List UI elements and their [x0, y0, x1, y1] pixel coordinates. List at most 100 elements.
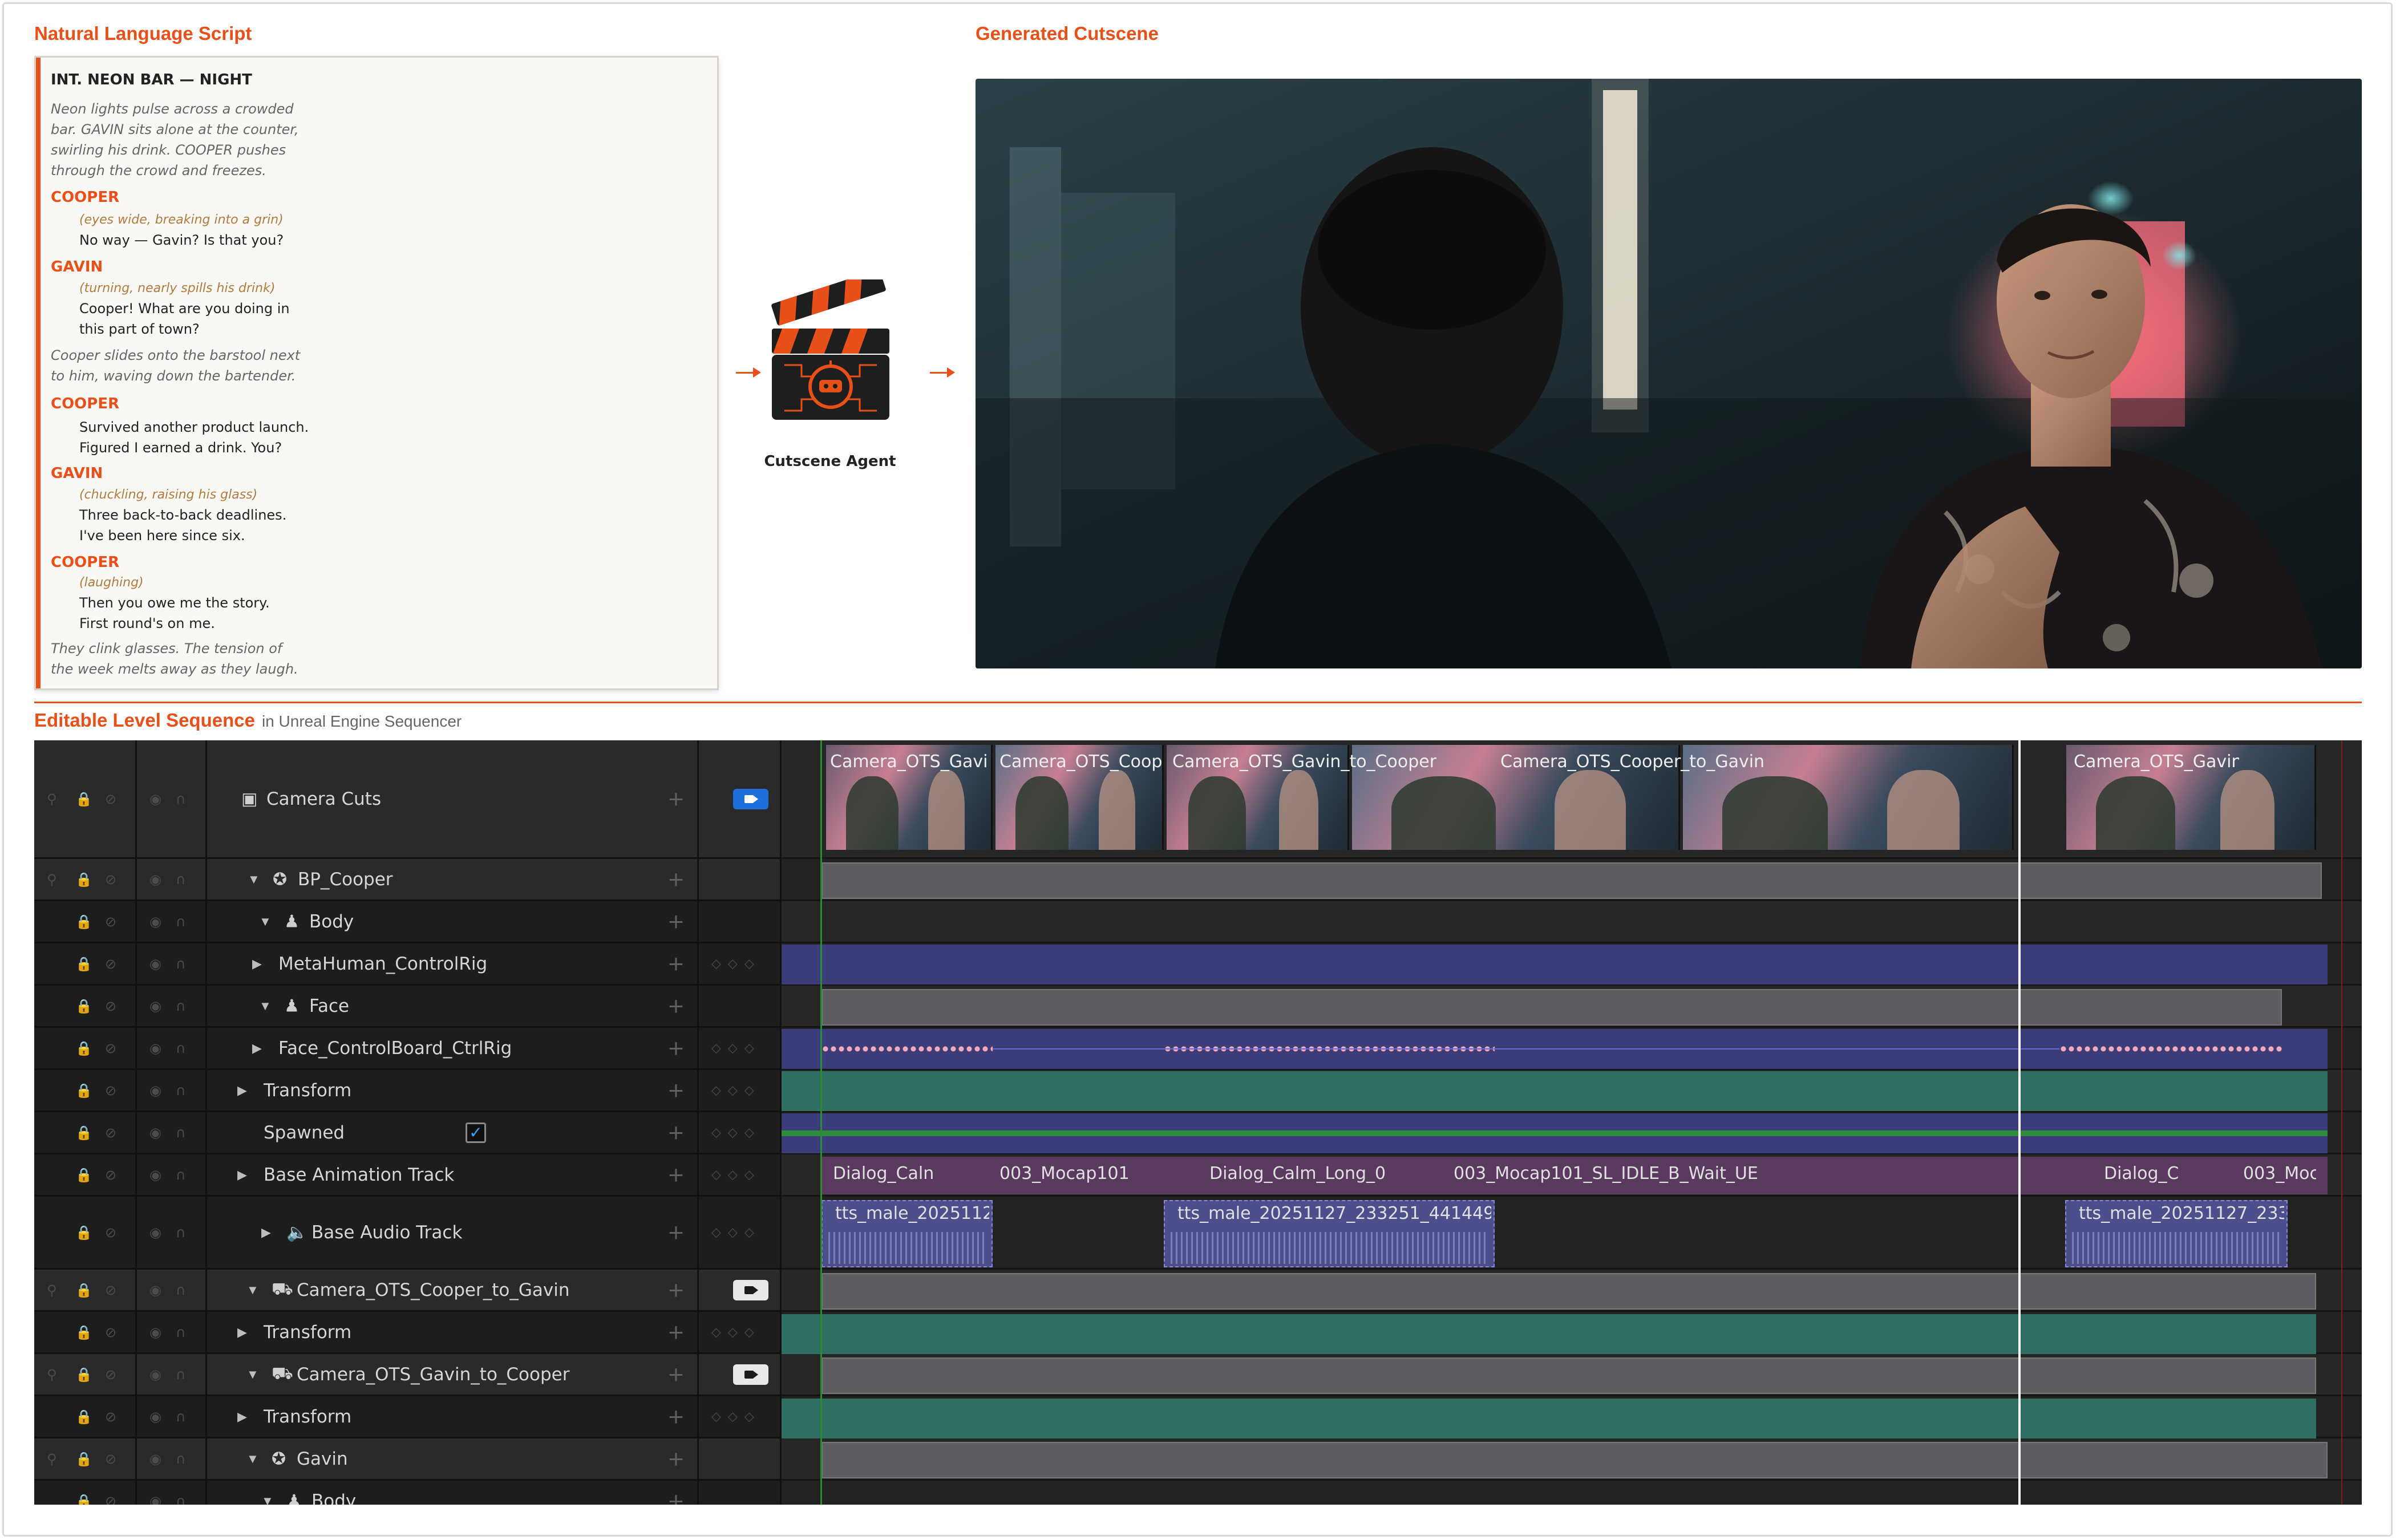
expand-arrow-icon[interactable]: ▶: [252, 1041, 262, 1056]
eye-icon[interactable]: ◉: [149, 1040, 161, 1056]
track-label[interactable]: Gavin: [297, 1449, 348, 1469]
disable-icon[interactable]: ⊘: [105, 1225, 116, 1241]
lock-icon[interactable]: 🔒: [75, 791, 92, 807]
add-track-button[interactable]: +: [667, 1121, 685, 1144]
track-row[interactable]: ⚲ 🔒 ⊘ ◉ ∩ ▼ ✪ BP_Cooper +: [34, 859, 782, 901]
disable-icon[interactable]: ⊘: [105, 1083, 116, 1099]
disable-icon[interactable]: ⊘: [105, 956, 116, 972]
track-row[interactable]: 🔒 ⊘ ◉ ∩ ▶ Transform + ◇◇◇: [34, 1070, 782, 1112]
headphones-icon[interactable]: ∩: [176, 791, 186, 807]
add-track-button[interactable]: +: [667, 868, 685, 891]
actor-section-bar[interactable]: [821, 1442, 2328, 1478]
lock-icon[interactable]: 🔒: [75, 1493, 92, 1505]
lock-icon[interactable]: 🔒: [75, 956, 92, 972]
track-label[interactable]: MetaHuman_ControlRig: [278, 954, 487, 974]
keyframe-nav-icons[interactable]: ◇◇◇: [711, 1083, 761, 1097]
disable-icon[interactable]: ⊘: [105, 1367, 116, 1383]
track-label[interactable]: Body: [309, 911, 354, 932]
pin-icon[interactable]: ⚲: [47, 872, 57, 887]
eye-icon[interactable]: ◉: [149, 1225, 161, 1241]
eye-icon[interactable]: ◉: [149, 1493, 161, 1505]
lock-icon[interactable]: 🔒: [75, 1125, 92, 1141]
headphones-icon[interactable]: ∩: [176, 1125, 186, 1141]
disable-icon[interactable]: ⊘: [105, 1409, 116, 1425]
eye-icon[interactable]: ◉: [149, 872, 161, 887]
track-label[interactable]: Transform: [264, 1407, 351, 1427]
add-track-button[interactable]: +: [667, 1036, 685, 1060]
disable-icon[interactable]: ⊘: [105, 1125, 116, 1141]
headphones-icon[interactable]: ∩: [176, 1225, 186, 1241]
headphones-icon[interactable]: ∩: [176, 1409, 186, 1425]
pin-icon[interactable]: ⚲: [47, 1282, 57, 1298]
disable-icon[interactable]: ⊘: [105, 1324, 116, 1340]
track-label[interactable]: Transform: [264, 1080, 351, 1101]
expand-arrow-icon[interactable]: ▶: [237, 1409, 247, 1424]
disable-icon[interactable]: ⊘: [105, 1040, 116, 1056]
add-track-button[interactable]: +: [667, 1320, 685, 1344]
pin-icon[interactable]: ⚲: [47, 1367, 57, 1383]
eye-icon[interactable]: ◉: [149, 1367, 161, 1383]
track-label[interactable]: Camera_OTS_Gavin_to_Cooper: [297, 1364, 570, 1385]
add-track-button[interactable]: +: [667, 1221, 685, 1244]
eye-icon[interactable]: ◉: [149, 1125, 161, 1141]
lock-icon[interactable]: 🔒: [75, 1040, 92, 1056]
lock-icon[interactable]: 🔒: [75, 1167, 92, 1183]
camera-section-bar[interactable]: [821, 1357, 2316, 1394]
disable-icon[interactable]: ⊘: [105, 1451, 116, 1467]
headphones-icon[interactable]: ∩: [176, 872, 186, 887]
add-track-button[interactable]: +: [667, 1447, 685, 1470]
playhead[interactable]: [2018, 740, 2021, 1505]
collapse-arrow-icon[interactable]: ▼: [246, 1452, 259, 1466]
track-row[interactable]: 🔒 ⊘ ◉ ∩ Spawned ✓ + ◇◇◇: [34, 1112, 782, 1154]
eye-icon[interactable]: ◉: [149, 956, 161, 972]
lock-icon[interactable]: 🔒: [75, 1409, 92, 1425]
camera-lock-toggle[interactable]: [733, 1279, 768, 1300]
track-row[interactable]: ⚲ 🔒 ⊘ ◉ ∩ ▣ Camera Cuts +: [34, 740, 782, 859]
lock-icon[interactable]: 🔒: [75, 914, 92, 930]
add-track-button[interactable]: +: [667, 787, 685, 810]
track-row[interactable]: 🔒 ⊘ ◉ ∩ ▶ MetaHuman_ControlRig + ◇◇◇: [34, 943, 782, 986]
eye-icon[interactable]: ◉: [149, 1324, 161, 1340]
pin-icon[interactable]: ⚲: [47, 1451, 57, 1467]
collapse-arrow-icon[interactable]: ▼: [246, 1367, 259, 1382]
add-track-button[interactable]: +: [667, 1163, 685, 1186]
transform-section-bar[interactable]: [782, 1314, 2316, 1354]
keyframe-nav-icons[interactable]: ◇◇◇: [711, 1168, 761, 1182]
headphones-icon[interactable]: ∩: [176, 1167, 186, 1183]
add-track-button[interactable]: +: [667, 1363, 685, 1386]
transform-section-bar[interactable]: [782, 1399, 2316, 1438]
disable-icon[interactable]: ⊘: [105, 1282, 116, 1298]
disable-icon[interactable]: ⊘: [105, 914, 116, 930]
expand-arrow-icon[interactable]: ▶: [237, 1325, 247, 1340]
track-row[interactable]: 🔒 ⊘ ◉ ∩ ▼ ♟ Face +: [34, 986, 782, 1028]
add-track-button[interactable]: +: [667, 1278, 685, 1302]
collapse-arrow-icon[interactable]: ▼: [248, 872, 260, 887]
add-track-button[interactable]: +: [667, 1079, 685, 1102]
track-row[interactable]: 🔒 ⊘ ◉ ∩ ▶ Transform + ◇◇◇: [34, 1312, 782, 1354]
lock-icon[interactable]: 🔒: [75, 1083, 92, 1099]
expand-arrow-icon[interactable]: ▶: [237, 1083, 247, 1098]
disable-icon[interactable]: ⊘: [105, 998, 116, 1014]
collapse-arrow-icon[interactable]: ▼: [259, 999, 272, 1014]
headphones-icon[interactable]: ∩: [176, 1324, 186, 1340]
track-label[interactable]: Camera_OTS_Cooper_to_Gavin: [297, 1280, 570, 1300]
expand-arrow-icon[interactable]: ▶: [261, 1225, 271, 1240]
disable-icon[interactable]: ⊘: [105, 1493, 116, 1505]
lock-icon[interactable]: 🔒: [75, 1451, 92, 1467]
track-label[interactable]: Base Audio Track: [311, 1222, 462, 1243]
headphones-icon[interactable]: ∩: [176, 1451, 186, 1467]
disable-icon[interactable]: ⊘: [105, 791, 116, 807]
track-row[interactable]: ⚲ 🔒 ⊘ ◉ ∩ ▼ ⛟ Camera_OTS_Cooper_to_Gavin +: [34, 1270, 782, 1312]
lock-icon[interactable]: 🔒: [75, 1225, 92, 1241]
transform-section-bar[interactable]: [782, 1071, 2328, 1111]
eye-icon[interactable]: ◉: [149, 1083, 161, 1099]
lock-icon[interactable]: 🔒: [75, 1324, 92, 1340]
disable-icon[interactable]: ⊘: [105, 1167, 116, 1183]
face-section-bar[interactable]: [821, 989, 2282, 1026]
add-track-button[interactable]: +: [667, 994, 685, 1018]
camera-section-bar[interactable]: [821, 1273, 2316, 1310]
actor-section-bar[interactable]: [821, 862, 2322, 899]
add-track-button[interactable]: +: [667, 1489, 685, 1505]
collapse-arrow-icon[interactable]: ▼: [259, 914, 272, 929]
track-row[interactable]: 🔒 ⊘ ◉ ∩ ▶ Transform + ◇◇◇: [34, 1396, 782, 1438]
